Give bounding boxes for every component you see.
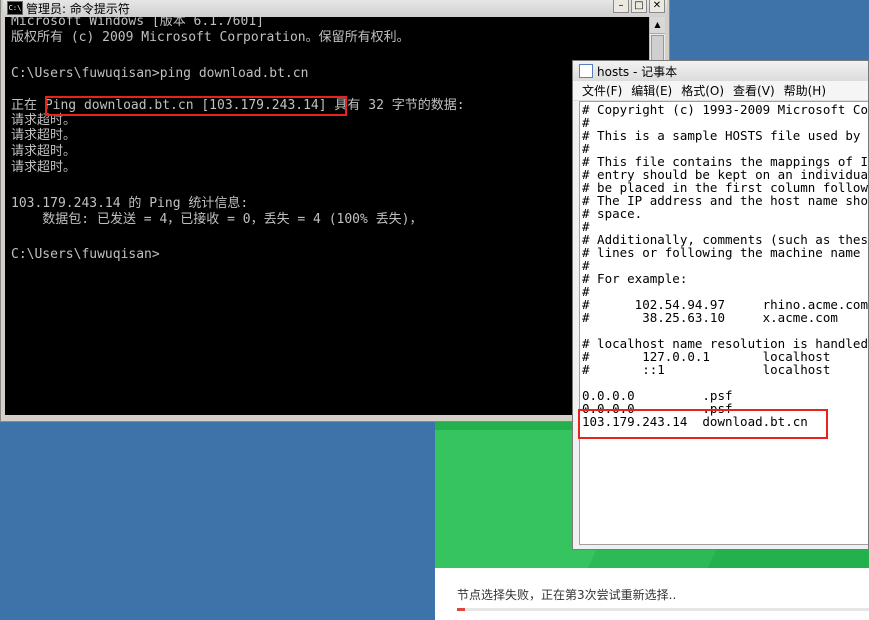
- console-line: Microsoft Windows [版本 6.1.7601]: [11, 17, 264, 29]
- cmd-app-icon: C:\: [7, 1, 23, 15]
- hosts-line: # This is a sample HOSTS file used by Mi…: [582, 128, 868, 143]
- menu-view[interactable]: 查看(V): [733, 82, 775, 99]
- menu-file[interactable]: 文件(F): [582, 82, 622, 99]
- close-button[interactable]: ✕: [649, 0, 665, 13]
- console-line: C:\Users\fuwuqisan>ping download.bt.cn: [11, 66, 309, 81]
- cmd-console[interactable]: Microsoft Windows [版本 6.1.7601] 版权所有 (c) …: [5, 17, 649, 415]
- notepad-app-icon: [579, 64, 593, 78]
- console-line: 请求超时。: [11, 160, 77, 175]
- console-line: 请求超时。: [11, 128, 77, 143]
- console-line: 请求超时。: [11, 144, 77, 159]
- menu-format[interactable]: 格式(O): [681, 82, 724, 99]
- hosts-line: # lines or following the machine name de…: [582, 245, 868, 260]
- ping-target-highlight: [45, 96, 347, 116]
- minimize-button[interactable]: –: [613, 0, 629, 13]
- cmd-titlebar[interactable]: C:\ 管理员: 命令提示符: [3, 0, 667, 17]
- hosts-entry-highlight: [578, 409, 828, 439]
- console-line: 103.179.243.14 的 Ping 统计信息:: [11, 196, 249, 211]
- hosts-line: # space.: [582, 206, 643, 221]
- hosts-line: # ::1 localhost: [582, 362, 831, 377]
- cmd-window[interactable]: C:\ 管理员: 命令提示符 – □ ✕ Microsoft Windows […: [0, 0, 670, 422]
- hosts-line: # For example:: [582, 271, 688, 286]
- cmd-title: 管理员: 命令提示符: [26, 1, 130, 16]
- hosts-line: # 38.25.63.10 x.acme.com # x client host: [582, 310, 838, 325]
- menu-help[interactable]: 帮助(H): [784, 82, 826, 99]
- notepad-window[interactable]: hosts - 记事本 文件(F) 编辑(E) 格式(O) 查看(V) 帮助(H…: [572, 60, 869, 550]
- console-line: 数据包: 已发送 = 4，已接收 = 0，丢失 = 4 (100% 丢失)，: [11, 212, 423, 227]
- menu-edit[interactable]: 编辑(E): [631, 82, 672, 99]
- hosts-line: # Copyright (c) 1993-2009 Microsoft Corp…: [582, 102, 868, 117]
- installer-status-text: 节点选择失败，正在第3次尝试重新选择..: [457, 588, 677, 602]
- installer-progress-fill: [457, 608, 466, 611]
- notepad-menubar: 文件(F) 编辑(E) 格式(O) 查看(V) 帮助(H): [573, 81, 868, 101]
- notepad-text-area[interactable]: # Copyright (c) 1993-2009 Microsoft Corp…: [579, 101, 868, 545]
- maximize-button[interactable]: □: [631, 0, 647, 13]
- notepad-title: hosts - 记事本: [597, 64, 678, 79]
- scroll-up-icon[interactable]: ▲: [650, 17, 665, 34]
- console-line: C:\Users\fuwuqisan>: [11, 247, 160, 262]
- notepad-titlebar[interactable]: hosts - 记事本: [573, 61, 868, 81]
- installer-progress-bar: [457, 608, 869, 611]
- console-line: 版权所有 (c) 2009 Microsoft Corporation。保留所有…: [11, 30, 410, 45]
